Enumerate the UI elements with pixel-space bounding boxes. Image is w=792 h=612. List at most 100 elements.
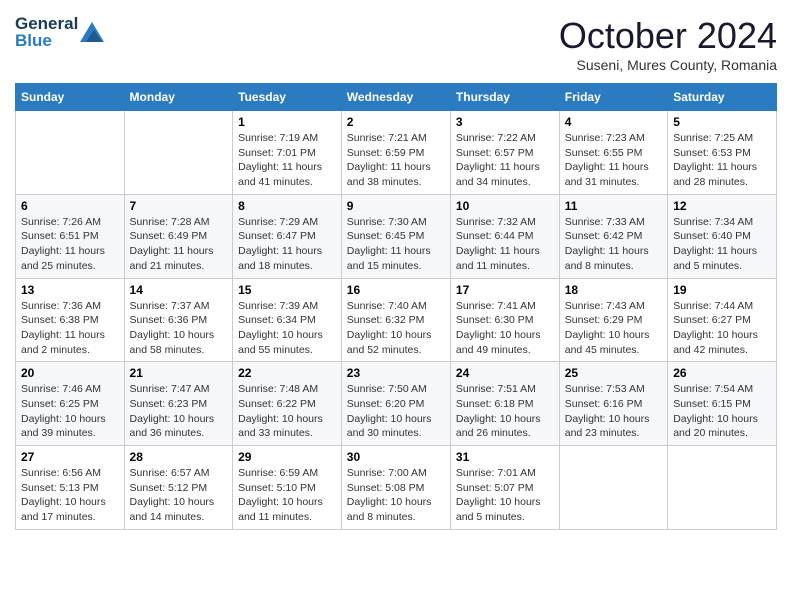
calendar-cell: 23 Sunrise: 7:50 AMSunset: 6:20 PMDayligh…	[341, 362, 450, 446]
calendar-cell: 21 Sunrise: 7:47 AMSunset: 6:23 PMDayligh…	[124, 362, 233, 446]
header-day: Wednesday	[341, 84, 450, 111]
calendar-cell: 10 Sunrise: 7:32 AMSunset: 6:44 PMDayligh…	[450, 194, 559, 278]
calendar-cell: 28Sunrise: 6:57 AMSunset: 5:12 PMDayligh…	[124, 446, 233, 530]
calendar-cell: 15 Sunrise: 7:39 AMSunset: 6:34 PMDayligh…	[233, 278, 342, 362]
header-day: Tuesday	[233, 84, 342, 111]
logo-blue: Blue	[15, 32, 78, 49]
calendar-week-row: 13 Sunrise: 7:36 AMSunset: 6:38 PMDayligh…	[16, 278, 777, 362]
calendar-cell: 3 Sunrise: 7:22 AMSunset: 6:57 PMDaylight…	[450, 111, 559, 195]
header-day: Friday	[559, 84, 667, 111]
calendar-cell: 19Sunrise: 7:44 AMSunset: 6:27 PMDayligh…	[668, 278, 777, 362]
header-day: Saturday	[668, 84, 777, 111]
day-number: 25	[565, 366, 662, 380]
day-info: Sunrise: 7:50 AMSunset: 6:20 PMDaylight:…	[347, 382, 445, 441]
page-header: General Blue October 2024 Suseni, Mures …	[15, 15, 777, 73]
day-number: 24	[456, 366, 554, 380]
calendar-cell: 12Sunrise: 7:34 AMSunset: 6:40 PMDayligh…	[668, 194, 777, 278]
calendar-cell: 26Sunrise: 7:54 AMSunset: 6:15 PMDayligh…	[668, 362, 777, 446]
day-number: 23	[347, 366, 445, 380]
calendar-week-row: 1 Sunrise: 7:19 AMSunset: 7:01 PMDaylight…	[16, 111, 777, 195]
calendar-cell: 25 Sunrise: 7:53 AMSunset: 6:16 PMDayligh…	[559, 362, 667, 446]
day-info: Sunrise: 7:44 AMSunset: 6:27 PMDaylight:…	[673, 299, 771, 358]
header-day: Sunday	[16, 84, 125, 111]
calendar-cell: 6Sunrise: 7:26 AMSunset: 6:51 PMDaylight…	[16, 194, 125, 278]
day-info: Sunrise: 7:36 AMSunset: 6:38 PMDaylight:…	[21, 299, 119, 358]
day-number: 30	[347, 450, 445, 464]
calendar-cell: 29 Sunrise: 6:59 AMSunset: 5:10 PMDayligh…	[233, 446, 342, 530]
day-info: Sunrise: 7:30 AMSunset: 6:45 PMDaylight:…	[347, 215, 445, 274]
day-info: Sunrise: 7:19 AMSunset: 7:01 PMDaylight:…	[238, 131, 336, 190]
day-info: Sunrise: 7:22 AMSunset: 6:57 PMDaylight:…	[456, 131, 554, 190]
calendar-cell: 18 Sunrise: 7:43 AMSunset: 6:29 PMDayligh…	[559, 278, 667, 362]
day-number: 11	[565, 199, 662, 213]
calendar-cell: 9 Sunrise: 7:30 AMSunset: 6:45 PMDaylight…	[341, 194, 450, 278]
day-info: Sunrise: 7:33 AMSunset: 6:42 PMDaylight:…	[565, 215, 662, 274]
location-subtitle: Suseni, Mures County, Romania	[559, 57, 777, 73]
calendar-table: SundayMondayTuesdayWednesdayThursdayFrid…	[15, 83, 777, 530]
calendar-cell: 11 Sunrise: 7:33 AMSunset: 6:42 PMDayligh…	[559, 194, 667, 278]
logo: General Blue	[15, 15, 104, 49]
day-info: Sunrise: 7:53 AMSunset: 6:16 PMDaylight:…	[565, 382, 662, 441]
day-number: 21	[130, 366, 228, 380]
header-row: SundayMondayTuesdayWednesdayThursdayFrid…	[16, 84, 777, 111]
day-info: Sunrise: 7:46 AMSunset: 6:25 PMDaylight:…	[21, 382, 119, 441]
calendar-cell: 7Sunrise: 7:28 AMSunset: 6:49 PMDaylight…	[124, 194, 233, 278]
calendar-week-row: 6Sunrise: 7:26 AMSunset: 6:51 PMDaylight…	[16, 194, 777, 278]
calendar-cell: 13 Sunrise: 7:36 AMSunset: 6:38 PMDayligh…	[16, 278, 125, 362]
day-info: Sunrise: 7:51 AMSunset: 6:18 PMDaylight:…	[456, 382, 554, 441]
calendar-cell	[668, 446, 777, 530]
calendar-cell: 8 Sunrise: 7:29 AMSunset: 6:47 PMDaylight…	[233, 194, 342, 278]
day-info: Sunrise: 7:37 AMSunset: 6:36 PMDaylight:…	[130, 299, 228, 358]
day-info: Sunrise: 7:47 AMSunset: 6:23 PMDaylight:…	[130, 382, 228, 441]
calendar-cell	[124, 111, 233, 195]
day-info: Sunrise: 7:41 AMSunset: 6:30 PMDaylight:…	[456, 299, 554, 358]
day-number: 4	[565, 115, 662, 129]
day-number: 14	[130, 283, 228, 297]
calendar-week-row: 27Sunrise: 6:56 AMSunset: 5:13 PMDayligh…	[16, 446, 777, 530]
day-info: Sunrise: 7:23 AMSunset: 6:55 PMDaylight:…	[565, 131, 662, 190]
day-number: 20	[21, 366, 119, 380]
day-number: 15	[238, 283, 336, 297]
day-number: 18	[565, 283, 662, 297]
calendar-cell: 14 Sunrise: 7:37 AMSunset: 6:36 PMDayligh…	[124, 278, 233, 362]
day-info: Sunrise: 7:21 AMSunset: 6:59 PMDaylight:…	[347, 131, 445, 190]
day-number: 2	[347, 115, 445, 129]
logo-general: General	[15, 15, 78, 32]
day-info: Sunrise: 7:39 AMSunset: 6:34 PMDaylight:…	[238, 299, 336, 358]
calendar-cell: 4 Sunrise: 7:23 AMSunset: 6:55 PMDaylight…	[559, 111, 667, 195]
calendar-cell: 16 Sunrise: 7:40 AMSunset: 6:32 PMDayligh…	[341, 278, 450, 362]
day-info: Sunrise: 7:25 AMSunset: 6:53 PMDaylight:…	[673, 131, 771, 190]
day-info: Sunrise: 7:43 AMSunset: 6:29 PMDaylight:…	[565, 299, 662, 358]
calendar-cell: 2 Sunrise: 7:21 AMSunset: 6:59 PMDaylight…	[341, 111, 450, 195]
day-info: Sunrise: 6:57 AMSunset: 5:12 PMDaylight:…	[130, 466, 228, 525]
day-number: 5	[673, 115, 771, 129]
day-number: 26	[673, 366, 771, 380]
calendar-cell: 20 Sunrise: 7:46 AMSunset: 6:25 PMDayligh…	[16, 362, 125, 446]
day-info: Sunrise: 7:48 AMSunset: 6:22 PMDaylight:…	[238, 382, 336, 441]
day-number: 8	[238, 199, 336, 213]
calendar-cell	[559, 446, 667, 530]
day-info: Sunrise: 7:34 AMSunset: 6:40 PMDaylight:…	[673, 215, 771, 274]
month-title: October 2024	[559, 15, 777, 57]
day-number: 10	[456, 199, 554, 213]
day-number: 16	[347, 283, 445, 297]
day-number: 3	[456, 115, 554, 129]
day-number: 9	[347, 199, 445, 213]
day-number: 29	[238, 450, 336, 464]
day-info: Sunrise: 7:32 AMSunset: 6:44 PMDaylight:…	[456, 215, 554, 274]
day-info: Sunrise: 7:01 AMSunset: 5:07 PMDaylight:…	[456, 466, 554, 525]
calendar-cell: 24 Sunrise: 7:51 AMSunset: 6:18 PMDayligh…	[450, 362, 559, 446]
calendar-week-row: 20 Sunrise: 7:46 AMSunset: 6:25 PMDayligh…	[16, 362, 777, 446]
day-info: Sunrise: 7:29 AMSunset: 6:47 PMDaylight:…	[238, 215, 336, 274]
day-number: 1	[238, 115, 336, 129]
day-info: Sunrise: 7:26 AMSunset: 6:51 PMDaylight:…	[21, 215, 119, 274]
calendar-cell: 22Sunrise: 7:48 AMSunset: 6:22 PMDayligh…	[233, 362, 342, 446]
day-info: Sunrise: 7:00 AMSunset: 5:08 PMDaylight:…	[347, 466, 445, 525]
day-number: 17	[456, 283, 554, 297]
calendar-cell: 17 Sunrise: 7:41 AMSunset: 6:30 PMDayligh…	[450, 278, 559, 362]
calendar-cell: 31 Sunrise: 7:01 AMSunset: 5:07 PMDayligh…	[450, 446, 559, 530]
day-number: 13	[21, 283, 119, 297]
day-info: Sunrise: 6:59 AMSunset: 5:10 PMDaylight:…	[238, 466, 336, 525]
day-number: 31	[456, 450, 554, 464]
day-info: Sunrise: 7:40 AMSunset: 6:32 PMDaylight:…	[347, 299, 445, 358]
